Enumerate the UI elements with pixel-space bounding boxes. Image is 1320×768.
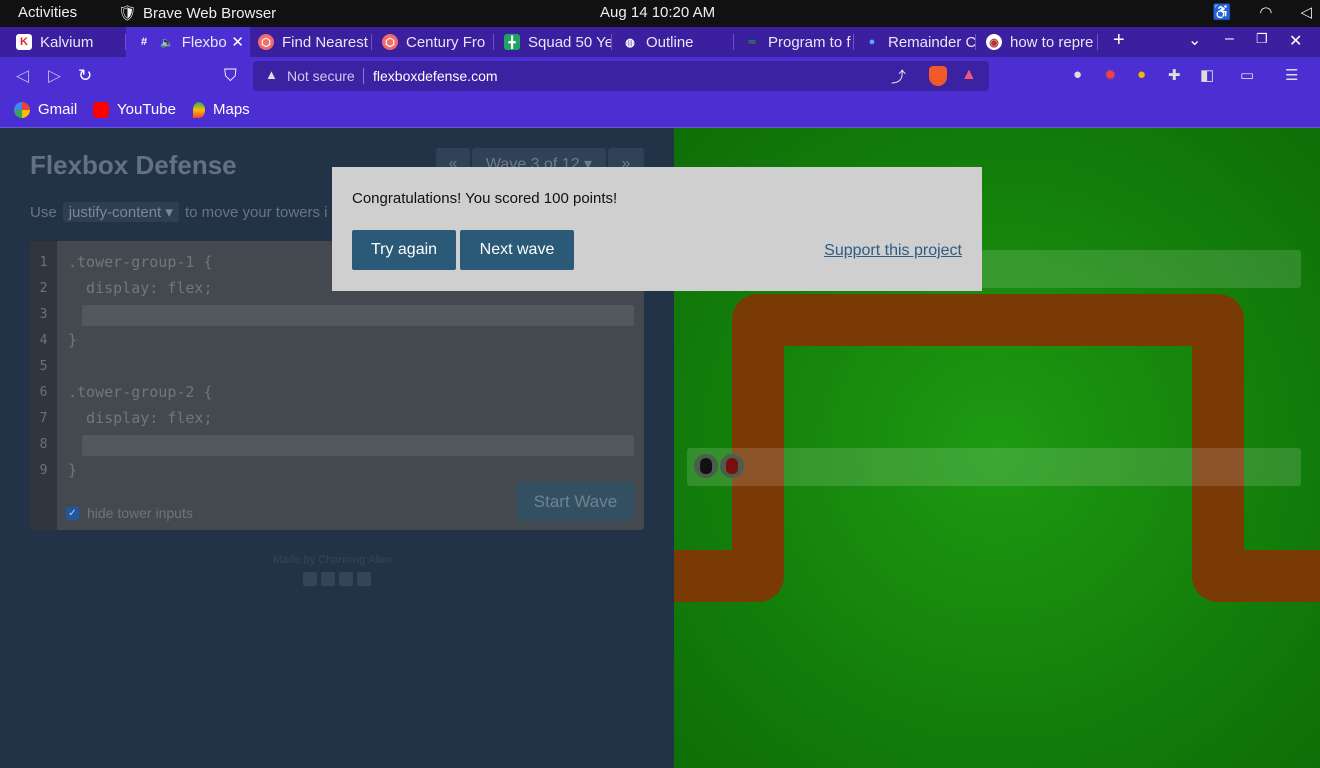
tab-label: Flexbo: [181, 33, 227, 51]
sidebar-icon[interactable]: ◧: [1200, 66, 1214, 84]
tab-label: Century Fro: [406, 33, 486, 51]
brave-shields-icon[interactable]: [929, 66, 947, 86]
wallet-icon[interactable]: ▭: [1240, 66, 1254, 84]
tab-century[interactable]: ⬡ Century Fro: [372, 27, 494, 57]
bookmark-label: YouTube: [117, 101, 176, 118]
system-top-bar: Activities 🛡 Brave Web Browser Aug 14 10…: [0, 0, 1320, 27]
maximize-icon[interactable]: ❐: [1256, 31, 1268, 47]
tower-group-2-lane: [687, 448, 1301, 486]
back-icon[interactable]: ◁: [16, 66, 29, 86]
system-tray[interactable]: ♿ ◠ ◁: [1213, 3, 1312, 21]
bookmark-label: Gmail: [38, 101, 78, 118]
bookmark-label: Maps: [213, 101, 250, 118]
bookmark-icon[interactable]: ⛉: [224, 66, 237, 86]
openai-favicon-icon: ⬡: [258, 34, 274, 50]
forward-icon[interactable]: ▷: [48, 66, 61, 86]
youtube-icon: [93, 101, 109, 118]
extension-icon[interactable]: ●: [1073, 66, 1082, 83]
try-again-button[interactable]: Try again: [352, 230, 456, 270]
bookmarks-bar: Gmail YouTube Maps: [0, 94, 1320, 128]
maps-pin-icon: [193, 101, 205, 118]
wifi-icon[interactable]: ◠: [1259, 3, 1272, 21]
warning-icon[interactable]: ▲: [265, 67, 278, 82]
outline-favicon-icon: ◍: [625, 36, 635, 49]
scaler-favicon-icon: ●: [868, 36, 876, 48]
reload-icon[interactable]: ↻: [78, 66, 92, 86]
bookmark-youtube[interactable]: YouTube: [93, 101, 176, 118]
tab-strip: K Kalvium # 🔈 Flexbo ✕ ⬡ Find Nearest ⬡ …: [0, 27, 1320, 57]
hash-favicon-icon: #: [140, 36, 148, 48]
security-label[interactable]: Not secure: [287, 68, 355, 84]
tab-kalvium[interactable]: K Kalvium: [0, 27, 126, 57]
url-text[interactable]: flexboxdefense.com: [373, 68, 498, 84]
close-window-icon[interactable]: ✕: [1289, 31, 1302, 51]
tab-find-nearest[interactable]: ⬡ Find Nearest: [250, 27, 372, 57]
clock[interactable]: Aug 14 10:20 AM: [600, 4, 715, 21]
tab-label: how to repre: [1010, 33, 1094, 51]
sheets-favicon-icon: ╋: [504, 34, 520, 50]
next-wave-button[interactable]: Next wave: [460, 230, 574, 270]
minimize-icon[interactable]: –: [1225, 30, 1234, 48]
score-message: Congratulations! You scored 100 points!: [352, 190, 618, 207]
extensions-puzzle-icon[interactable]: ✚: [1168, 66, 1181, 84]
tab-label: Program to f: [768, 33, 851, 51]
navigation-toolbar: ◁ ▷ ↻ ⛉ ▲ Not secure flexboxdefense.com …: [0, 57, 1320, 94]
color-extension-icon[interactable]: ✹: [1104, 66, 1117, 84]
bookmark-maps[interactable]: Maps: [193, 101, 250, 118]
tab-label: Find Nearest: [282, 33, 368, 51]
bookmark-gmail[interactable]: Gmail: [14, 101, 77, 118]
volume-icon[interactable]: ◁: [1300, 3, 1312, 21]
tab-label: Outline: [646, 33, 694, 51]
tab-outline[interactable]: ◍ Outline: [612, 27, 734, 57]
kalvium-favicon-icon: K: [16, 34, 32, 50]
brave-logo-icon: 🛡: [118, 5, 138, 22]
tab-flexbox-defense[interactable]: # 🔈 Flexbo ✕: [126, 27, 250, 57]
tab-squad[interactable]: ╋ Squad 50 Ye: [494, 27, 612, 57]
openai-favicon-icon: ⬡: [382, 34, 398, 50]
close-tab-icon[interactable]: ✕: [231, 33, 244, 51]
activities-button[interactable]: Activities: [18, 4, 77, 21]
tab-program[interactable]: ∞ Program to f: [734, 27, 854, 57]
tab-how-to[interactable]: ◉ how to repre: [976, 27, 1098, 57]
audio-icon[interactable]: 🔈: [160, 36, 174, 49]
quora-favicon-icon: ◉: [986, 34, 1002, 50]
address-bar[interactable]: ▲ Not secure flexboxdefense.com ⤴ ▲: [253, 61, 989, 91]
enemy-path: [732, 294, 1244, 346]
support-project-link[interactable]: Support this project: [824, 242, 962, 260]
tab-label: Squad 50 Ye: [528, 33, 612, 51]
menu-icon[interactable]: ☰: [1285, 66, 1298, 84]
new-tab-icon[interactable]: +: [1113, 29, 1125, 52]
tab-search-chevron-down-icon[interactable]: ⌄: [1188, 30, 1201, 50]
brave-rewards-icon[interactable]: ▲: [961, 66, 977, 84]
tower-black: [694, 454, 718, 478]
accessibility-icon[interactable]: ♿: [1213, 3, 1232, 21]
enemy-path: [1192, 550, 1320, 602]
honey-extension-icon[interactable]: ●: [1137, 66, 1146, 83]
gfg-favicon-icon: ∞: [748, 36, 756, 48]
tower-red: [720, 454, 744, 478]
share-icon[interactable]: ⤴: [891, 66, 906, 87]
google-icon: [14, 101, 30, 118]
app-name: Brave Web Browser: [143, 4, 277, 22]
tab-label: Kalvium: [40, 33, 94, 51]
app-menu[interactable]: 🛡 Brave Web Browser: [118, 4, 277, 23]
score-dialog: Congratulations! You scored 100 points! …: [332, 167, 982, 291]
tab-remainder[interactable]: ● Remainder C: [854, 27, 976, 57]
tab-label: Remainder C: [888, 33, 976, 51]
